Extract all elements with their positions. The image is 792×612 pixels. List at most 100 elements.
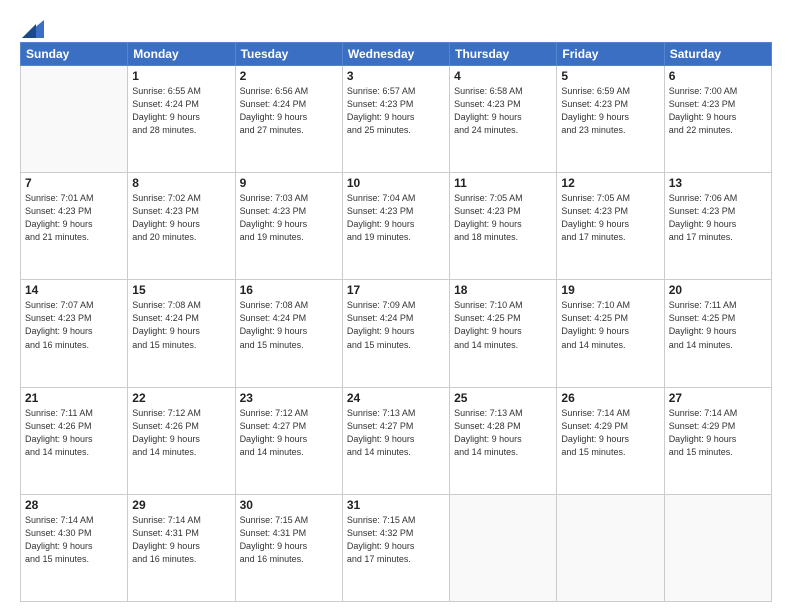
calendar-day-header: Friday	[557, 43, 664, 66]
calendar-cell: 13 Sunrise: 7:06 AMSunset: 4:23 PMDayligh…	[664, 173, 771, 280]
calendar-day-header: Saturday	[664, 43, 771, 66]
day-number: 22	[132, 391, 230, 405]
calendar-week-row: 1 Sunrise: 6:55 AMSunset: 4:24 PMDaylight…	[21, 66, 772, 173]
calendar-cell: 19 Sunrise: 7:10 AMSunset: 4:25 PMDayligh…	[557, 280, 664, 387]
day-info: Sunrise: 7:03 AMSunset: 4:23 PMDaylight:…	[240, 192, 338, 244]
day-info: Sunrise: 6:59 AMSunset: 4:23 PMDaylight:…	[561, 85, 659, 137]
calendar-cell	[557, 494, 664, 601]
calendar-day-header: Wednesday	[342, 43, 449, 66]
calendar-cell: 17 Sunrise: 7:09 AMSunset: 4:24 PMDayligh…	[342, 280, 449, 387]
calendar-header-row: SundayMondayTuesdayWednesdayThursdayFrid…	[21, 43, 772, 66]
day-info: Sunrise: 6:57 AMSunset: 4:23 PMDaylight:…	[347, 85, 445, 137]
calendar-week-row: 21Sunrise: 7:11 AMSunset: 4:26 PMDayligh…	[21, 387, 772, 494]
calendar-cell: 9 Sunrise: 7:03 AMSunset: 4:23 PMDaylight…	[235, 173, 342, 280]
day-number: 19	[561, 283, 659, 297]
header	[20, 16, 772, 36]
calendar-cell: 20 Sunrise: 7:11 AMSunset: 4:25 PMDayligh…	[664, 280, 771, 387]
day-number: 10	[347, 176, 445, 190]
logo	[20, 20, 44, 36]
day-info: Sunrise: 7:11 AMSunset: 4:25 PMDaylight:…	[669, 299, 767, 351]
calendar-cell: 24 Sunrise: 7:13 AMSunset: 4:27 PMDayligh…	[342, 387, 449, 494]
day-info: Sunrise: 7:06 AMSunset: 4:23 PMDaylight:…	[669, 192, 767, 244]
calendar-cell: 3 Sunrise: 6:57 AMSunset: 4:23 PMDaylight…	[342, 66, 449, 173]
day-number: 5	[561, 69, 659, 83]
day-info: Sunrise: 7:08 AMSunset: 4:24 PMDaylight:…	[132, 299, 230, 351]
day-number: 4	[454, 69, 552, 83]
day-number: 15	[132, 283, 230, 297]
day-info: Sunrise: 7:15 AMSunset: 4:32 PMDaylight:…	[347, 514, 445, 566]
day-info: Sunrise: 6:58 AMSunset: 4:23 PMDaylight:…	[454, 85, 552, 137]
page: SundayMondayTuesdayWednesdayThursdayFrid…	[0, 0, 792, 612]
day-number: 1	[132, 69, 230, 83]
day-number: 20	[669, 283, 767, 297]
calendar-cell: 10 Sunrise: 7:04 AMSunset: 4:23 PMDayligh…	[342, 173, 449, 280]
day-number: 18	[454, 283, 552, 297]
day-number: 28	[25, 498, 123, 512]
day-info: Sunrise: 7:04 AMSunset: 4:23 PMDaylight:…	[347, 192, 445, 244]
day-info: Sunrise: 7:01 AMSunset: 4:23 PMDaylight:…	[25, 192, 123, 244]
calendar-day-header: Thursday	[450, 43, 557, 66]
calendar-cell: 29 Sunrise: 7:14 AMSunset: 4:31 PMDayligh…	[128, 494, 235, 601]
calendar-cell: 4 Sunrise: 6:58 AMSunset: 4:23 PMDaylight…	[450, 66, 557, 173]
day-number: 25	[454, 391, 552, 405]
day-info: Sunrise: 7:11 AMSunset: 4:26 PMDaylight:…	[25, 407, 123, 459]
day-info: Sunrise: 7:05 AMSunset: 4:23 PMDaylight:…	[561, 192, 659, 244]
day-number: 16	[240, 283, 338, 297]
day-number: 17	[347, 283, 445, 297]
calendar-cell: 27Sunrise: 7:14 AMSunset: 4:29 PMDayligh…	[664, 387, 771, 494]
day-number: 2	[240, 69, 338, 83]
day-number: 7	[25, 176, 123, 190]
calendar-cell: 7 Sunrise: 7:01 AMSunset: 4:23 PMDaylight…	[21, 173, 128, 280]
calendar-cell: 2 Sunrise: 6:56 AMSunset: 4:24 PMDaylight…	[235, 66, 342, 173]
day-number: 14	[25, 283, 123, 297]
day-info: Sunrise: 7:15 AMSunset: 4:31 PMDaylight:…	[240, 514, 338, 566]
day-info: Sunrise: 7:13 AMSunset: 4:28 PMDaylight:…	[454, 407, 552, 459]
day-info: Sunrise: 7:02 AMSunset: 4:23 PMDaylight:…	[132, 192, 230, 244]
day-number: 24	[347, 391, 445, 405]
calendar-cell: 18 Sunrise: 7:10 AMSunset: 4:25 PMDayligh…	[450, 280, 557, 387]
day-number: 31	[347, 498, 445, 512]
calendar-week-row: 14 Sunrise: 7:07 AMSunset: 4:23 PMDayligh…	[21, 280, 772, 387]
calendar-cell: 16 Sunrise: 7:08 AMSunset: 4:24 PMDayligh…	[235, 280, 342, 387]
calendar-cell: 23 Sunrise: 7:12 AMSunset: 4:27 PMDayligh…	[235, 387, 342, 494]
day-number: 8	[132, 176, 230, 190]
day-number: 23	[240, 391, 338, 405]
calendar-cell: 8 Sunrise: 7:02 AMSunset: 4:23 PMDaylight…	[128, 173, 235, 280]
day-info: Sunrise: 7:00 AMSunset: 4:23 PMDaylight:…	[669, 85, 767, 137]
day-info: Sunrise: 7:05 AMSunset: 4:23 PMDaylight:…	[454, 192, 552, 244]
calendar-day-header: Monday	[128, 43, 235, 66]
calendar-cell: 12 Sunrise: 7:05 AMSunset: 4:23 PMDayligh…	[557, 173, 664, 280]
day-number: 12	[561, 176, 659, 190]
day-info: Sunrise: 7:12 AMSunset: 4:27 PMDaylight:…	[240, 407, 338, 459]
day-info: Sunrise: 6:55 AMSunset: 4:24 PMDaylight:…	[132, 85, 230, 137]
calendar-cell: 31 Sunrise: 7:15 AMSunset: 4:32 PMDayligh…	[342, 494, 449, 601]
calendar-cell: 6Sunrise: 7:00 AMSunset: 4:23 PMDaylight…	[664, 66, 771, 173]
day-info: Sunrise: 6:56 AMSunset: 4:24 PMDaylight:…	[240, 85, 338, 137]
day-number: 29	[132, 498, 230, 512]
calendar-cell: 28Sunrise: 7:14 AMSunset: 4:30 PMDayligh…	[21, 494, 128, 601]
calendar-cell: 1 Sunrise: 6:55 AMSunset: 4:24 PMDaylight…	[128, 66, 235, 173]
day-number: 13	[669, 176, 767, 190]
calendar-cell: 26Sunrise: 7:14 AMSunset: 4:29 PMDayligh…	[557, 387, 664, 494]
calendar-table: SundayMondayTuesdayWednesdayThursdayFrid…	[20, 42, 772, 602]
calendar-week-row: 28Sunrise: 7:14 AMSunset: 4:30 PMDayligh…	[21, 494, 772, 601]
day-info: Sunrise: 7:08 AMSunset: 4:24 PMDaylight:…	[240, 299, 338, 351]
calendar-cell: 30 Sunrise: 7:15 AMSunset: 4:31 PMDayligh…	[235, 494, 342, 601]
day-info: Sunrise: 7:14 AMSunset: 4:31 PMDaylight:…	[132, 514, 230, 566]
day-number: 30	[240, 498, 338, 512]
day-info: Sunrise: 7:13 AMSunset: 4:27 PMDaylight:…	[347, 407, 445, 459]
calendar-cell: 11Sunrise: 7:05 AMSunset: 4:23 PMDayligh…	[450, 173, 557, 280]
calendar-cell: 22Sunrise: 7:12 AMSunset: 4:26 PMDayligh…	[128, 387, 235, 494]
day-info: Sunrise: 7:10 AMSunset: 4:25 PMDaylight:…	[454, 299, 552, 351]
day-info: Sunrise: 7:07 AMSunset: 4:23 PMDaylight:…	[25, 299, 123, 351]
day-info: Sunrise: 7:09 AMSunset: 4:24 PMDaylight:…	[347, 299, 445, 351]
calendar-cell: 5 Sunrise: 6:59 AMSunset: 4:23 PMDaylight…	[557, 66, 664, 173]
day-number: 3	[347, 69, 445, 83]
day-info: Sunrise: 7:10 AMSunset: 4:25 PMDaylight:…	[561, 299, 659, 351]
calendar-cell	[450, 494, 557, 601]
day-number: 9	[240, 176, 338, 190]
calendar-cell	[21, 66, 128, 173]
day-info: Sunrise: 7:14 AMSunset: 4:29 PMDaylight:…	[561, 407, 659, 459]
calendar-cell: 15 Sunrise: 7:08 AMSunset: 4:24 PMDayligh…	[128, 280, 235, 387]
calendar-cell	[664, 494, 771, 601]
